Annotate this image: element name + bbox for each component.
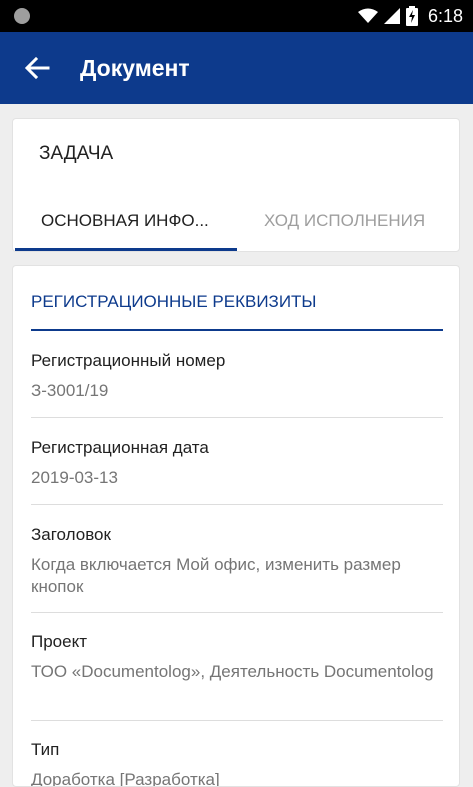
field-subject: Заголовок Когда включается Мой офис, изм… <box>31 524 443 598</box>
status-time: 6:18 <box>427 5 463 26</box>
field-type: Тип Доработка [Разработка] <box>31 739 443 787</box>
arrow-left-icon <box>24 57 50 79</box>
field-registration-number: Регистрационный номер З-3001/19 <box>31 350 443 402</box>
wifi-icon <box>357 8 378 23</box>
back-button[interactable] <box>20 54 54 82</box>
document-header-card: ЗАДАЧА ОСНОВНАЯ ИНФО... ХОД ИСПОЛНЕНИЯ <box>12 118 460 252</box>
field-label: Тип <box>31 740 60 759</box>
field-value: ТОО «Documentolog», Деятельность Documen… <box>31 662 434 681</box>
field-label: Заголовок <box>31 525 111 544</box>
divider <box>31 720 443 721</box>
section-underline <box>31 329 443 331</box>
registration-details-card: РЕГИСТРАЦИОННЫЕ РЕКВИЗИТЫ Регистрационны… <box>12 265 460 787</box>
field-label: Регистрационная дата <box>31 438 209 457</box>
section-title: РЕГИСТРАЦИОННЫЕ РЕКВИЗИТЫ <box>31 292 317 311</box>
divider <box>31 612 443 613</box>
app-bar: Документ <box>0 32 473 104</box>
notification-dot-icon <box>14 8 30 24</box>
signal-icon <box>383 8 400 24</box>
divider <box>31 504 443 505</box>
battery-charging-icon <box>405 6 418 26</box>
divider <box>31 417 443 418</box>
tab-main-info[interactable]: ОСНОВНАЯ ИНФО... <box>41 191 209 251</box>
field-value: Когда включается Мой офис, изменить разм… <box>31 555 401 596</box>
field-value: Доработка [Разработка] <box>31 770 220 787</box>
page-title: Документ <box>80 55 190 81</box>
document-type-title: ЗАДАЧА <box>39 143 114 164</box>
field-value: З-3001/19 <box>31 381 109 400</box>
field-label: Регистрационный номер <box>31 351 226 370</box>
tab-execution-progress[interactable]: ХОД ИСПОЛНЕНИЯ <box>264 191 425 251</box>
tab-selected-indicator <box>15 248 237 251</box>
field-value: 2019-03-13 <box>31 468 118 487</box>
field-registration-date: Регистрационная дата 2019-03-13 <box>31 437 443 489</box>
status-bar: 6:18 <box>0 0 473 32</box>
field-label: Проект <box>31 632 87 651</box>
field-project: Проект ТОО «Documentolog», Деятельность … <box>31 631 443 683</box>
